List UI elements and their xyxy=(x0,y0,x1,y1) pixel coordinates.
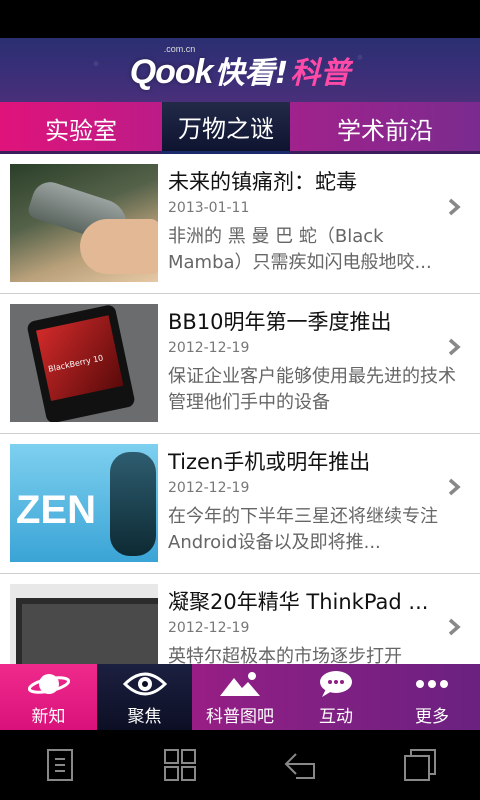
list-item[interactable]: 未来的镇痛剂：蛇毒 2013-01-11 非洲的 黑 曼 巴 蛇（Black M… xyxy=(0,154,480,294)
system-nav-bar xyxy=(0,730,480,800)
logo-domain: .com.cn xyxy=(163,44,196,54)
article-thumbnail xyxy=(10,584,158,664)
article-date: 2013-01-11 xyxy=(168,200,250,216)
app-logo: Qook .com.cn 快看! 科普 xyxy=(129,44,351,92)
nav-hudong[interactable]: 互动 xyxy=(288,664,384,730)
nav-xinzhi[interactable]: 新知 xyxy=(0,664,97,730)
article-thumbnail: ZEN xyxy=(10,444,158,562)
article-title: 未来的镇痛剂：蛇毒 xyxy=(168,170,357,194)
article-summary: 非洲的 黑 曼 巴 蛇（Black Mamba）只需疾如闪电般地咬... xyxy=(168,226,432,273)
article-title: 凝聚20年精华 ThinkPad ... xyxy=(168,590,429,614)
article-list: 未来的镇痛剂：蛇毒 2013-01-11 非洲的 黑 曼 巴 蛇（Black M… xyxy=(0,154,480,664)
chevron-right-icon xyxy=(448,618,461,636)
logo-kankan: 快看! xyxy=(214,56,289,91)
more-dots-icon xyxy=(412,668,452,700)
menu-icon[interactable] xyxy=(0,730,120,800)
eye-icon xyxy=(122,668,167,700)
chevron-right-icon xyxy=(448,198,461,216)
tab-academic-frontier[interactable]: 学术前沿 xyxy=(290,102,480,154)
article-thumbnail xyxy=(10,164,158,282)
bottom-nav: 新知 聚焦 科普图吧 互动 更多 xyxy=(0,664,480,730)
chevron-right-icon xyxy=(448,478,461,496)
nav-label: 新知 xyxy=(31,706,66,727)
logo-qook: Qook xyxy=(129,53,214,91)
article-summary: 在今年的下半年三星还将继续专注Android设备以及即将推... xyxy=(168,506,438,553)
list-item[interactable]: BlackBerry 10 BB10明年第一季度推出 2012-12-19 保证… xyxy=(0,294,480,434)
article-title: BB10明年第一季度推出 xyxy=(168,310,392,334)
article-date: 2012-12-19 xyxy=(168,620,250,636)
article-thumbnail: BlackBerry 10 xyxy=(10,304,158,422)
nav-jujiao[interactable]: 聚焦 xyxy=(97,664,192,730)
thumb-zen-text: ZEN xyxy=(16,488,96,532)
logo-kepu: 科普 xyxy=(290,56,351,91)
recent-apps-icon[interactable] xyxy=(360,730,480,800)
list-item[interactable]: 凝聚20年精华 ThinkPad ... 2012-12-19 英特尔超极本的市… xyxy=(0,574,480,664)
nav-label: 互动 xyxy=(319,706,353,727)
nav-label: 聚焦 xyxy=(127,706,162,727)
nav-more[interactable]: 更多 xyxy=(384,664,480,730)
planet-icon xyxy=(27,668,71,700)
nav-label: 科普图吧 xyxy=(206,706,274,727)
category-tabs: 实验室 万物之谜 学术前沿 xyxy=(0,102,480,154)
chat-bubble-icon xyxy=(316,668,356,700)
article-date: 2012-12-19 xyxy=(168,340,250,356)
article-summary: 保证企业客户能够使用最先进的技术管理他们手中的设备 xyxy=(168,366,456,413)
tab-mysteries[interactable]: 万物之谜 xyxy=(162,102,290,154)
chevron-right-icon xyxy=(448,338,461,356)
tab-lab[interactable]: 实验室 xyxy=(0,102,162,154)
home-grid-icon[interactable] xyxy=(120,730,240,800)
app-header: Qook .com.cn 快看! 科普 xyxy=(0,38,480,102)
status-bar xyxy=(0,0,480,38)
article-summary: 英特尔超极本的市场逐步打开 xyxy=(168,646,402,664)
mountain-image-icon xyxy=(218,668,262,700)
article-title: Tizen手机或明年推出 xyxy=(168,450,371,474)
article-date: 2012-12-19 xyxy=(168,480,250,496)
nav-kepu-tuba[interactable]: 科普图吧 xyxy=(192,664,288,730)
list-item[interactable]: ZEN Tizen手机或明年推出 2012-12-19 在今年的下半年三星还将继… xyxy=(0,434,480,574)
back-icon[interactable] xyxy=(240,730,360,800)
nav-label: 更多 xyxy=(415,706,449,727)
